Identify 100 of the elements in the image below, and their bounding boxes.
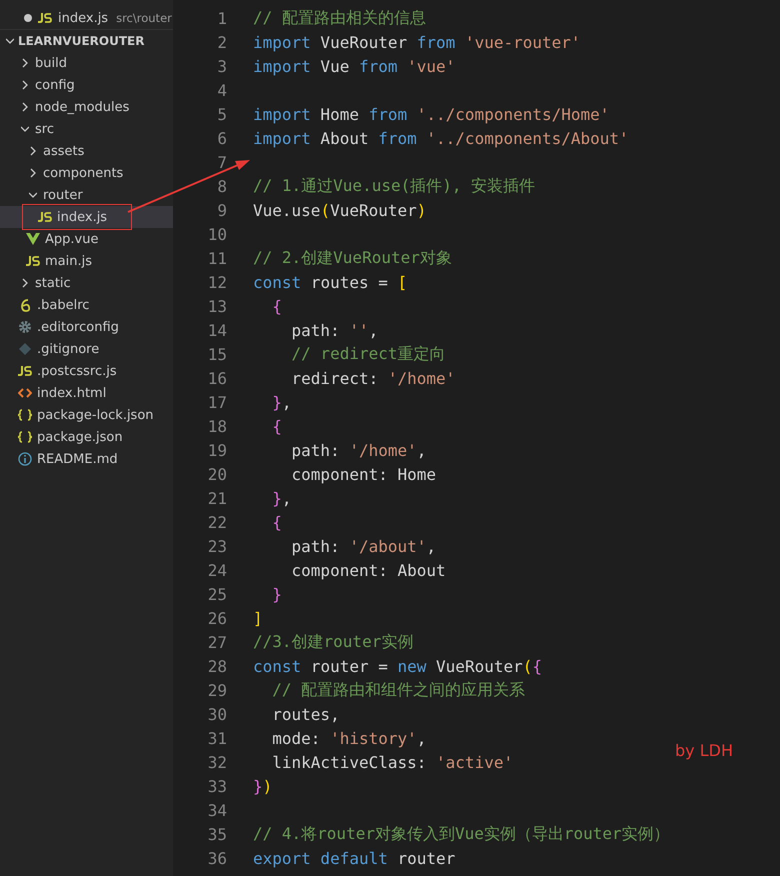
- code-line: //3.创建router实例: [253, 632, 414, 652]
- line-number: 11: [206, 248, 227, 268]
- code-line: const routes = [: [253, 272, 408, 292]
- code-line: export default router: [253, 848, 456, 868]
- line-number: 17: [206, 392, 227, 412]
- file-item[interactable]: index.js: [0, 206, 173, 228]
- line-number: 15: [206, 344, 227, 364]
- code-file-icon: [18, 388, 32, 398]
- file-item[interactable]: .postcssrc.js: [0, 360, 173, 382]
- code-line: },: [271, 392, 292, 412]
- line-number: 29: [206, 680, 227, 700]
- signature-text: by LDH: [675, 741, 733, 760]
- code-line: mode: 'history',: [271, 728, 426, 748]
- file-item[interactable]: README.md: [0, 448, 173, 470]
- line-number: 27: [206, 632, 227, 652]
- line-number: 24: [206, 560, 227, 580]
- code-line: import VueRouter from 'vue-router': [253, 32, 581, 52]
- line-number: 18: [206, 416, 227, 436]
- code-line: // 配置路由相关的信息: [253, 8, 426, 28]
- file-item[interactable]: .babelrc: [0, 294, 173, 316]
- code-line: path: '/home',: [290, 440, 426, 460]
- code-line: // redirect重定向: [290, 344, 446, 364]
- folder-item[interactable]: src: [0, 118, 173, 140]
- code-line: path: '',: [290, 320, 378, 340]
- line-number: 35: [206, 824, 227, 844]
- braces-icon: [18, 409, 32, 421]
- line-number: 22: [206, 512, 227, 532]
- chevron-icon: [21, 79, 29, 91]
- folder-item[interactable]: components: [0, 162, 173, 184]
- code-line: // 1.通过Vue.use(插件), 安装插件: [253, 176, 536, 196]
- chevron-icon: [29, 167, 37, 179]
- code-line: // 配置路由和组件之间的应用关系: [271, 680, 526, 700]
- code-line: path: '/about',: [290, 536, 436, 556]
- folder-item[interactable]: build: [0, 52, 173, 74]
- code-line: component: Home: [290, 464, 436, 484]
- line-number: 25: [206, 584, 227, 604]
- vue-file-icon: [26, 233, 40, 245]
- gear-icon: [18, 320, 32, 334]
- file-item[interactable]: package-lock.json: [0, 404, 173, 426]
- code-line: component: About: [290, 560, 446, 580]
- code-line: ]: [253, 608, 263, 628]
- chevron-icon: [21, 101, 29, 113]
- folder-item[interactable]: config: [0, 74, 173, 96]
- folder-item[interactable]: static: [0, 272, 173, 294]
- chevron-icon: [29, 145, 37, 157]
- line-number: 26: [206, 608, 227, 628]
- line-number: 33: [206, 776, 227, 796]
- folder-item[interactable]: router: [0, 184, 173, 206]
- chevron-icon: [21, 277, 29, 289]
- line-number: 12: [206, 272, 227, 292]
- line-number: 5: [216, 104, 227, 124]
- line-number: 4: [216, 80, 227, 100]
- line-number: 23: [206, 536, 227, 556]
- info-icon: [18, 452, 32, 466]
- open-editor-tab[interactable]: index.js src\router: [0, 7, 173, 29]
- diamond-icon: [19, 343, 31, 355]
- js-file-icon: [38, 212, 52, 222]
- line-number: 6: [216, 128, 227, 148]
- line-number: 32: [206, 752, 227, 772]
- file-item[interactable]: index.html: [0, 382, 173, 404]
- babel-file-icon: [20, 298, 30, 312]
- js-file-icon: [26, 256, 40, 266]
- file-item[interactable]: package.json: [0, 426, 173, 448]
- code-line: const router = new VueRouter({: [253, 656, 542, 676]
- line-number: 20: [206, 464, 227, 484]
- line-number: 14: [206, 320, 227, 340]
- line-number: 34: [206, 800, 227, 820]
- js-file-icon: [18, 366, 32, 376]
- code-line: Vue.use(VueRouter): [253, 200, 426, 220]
- line-number: 21: [206, 488, 227, 508]
- code-line: // 4.将router对象传入到Vue实例（导出router实例）: [253, 824, 670, 844]
- code-line: import Vue from 'vue': [253, 56, 456, 76]
- line-number: 9: [216, 200, 227, 220]
- braces-icon: [18, 431, 32, 443]
- file-path: src\router: [116, 11, 172, 25]
- line-number: 19: [206, 440, 227, 460]
- code-line: import Home from '../components/Home': [253, 104, 610, 124]
- file-item[interactable]: .gitignore: [0, 338, 173, 360]
- folder-item[interactable]: node_modules: [0, 96, 173, 118]
- line-number: 28: [206, 656, 227, 676]
- file-item[interactable]: .editorconfig: [0, 316, 173, 338]
- code-line: }): [253, 776, 272, 796]
- code-line: }: [271, 584, 282, 604]
- code-line: // 2.创建VueRouter对象: [253, 248, 452, 268]
- file-item[interactable]: main.js: [0, 250, 173, 272]
- code-line: },: [271, 488, 292, 508]
- code-line: routes,: [271, 704, 340, 724]
- line-number: 7: [216, 152, 227, 172]
- line-number: 1: [216, 8, 227, 28]
- code-line: redirect: '/home': [290, 368, 456, 388]
- code-line: linkActiveClass: 'active': [271, 752, 514, 772]
- folder-item[interactable]: assets: [0, 140, 173, 162]
- line-number: 2: [216, 32, 227, 52]
- js-file-icon: [38, 13, 52, 23]
- line-number: 16: [206, 368, 227, 388]
- code-line: {: [271, 296, 282, 316]
- chevron-icon: [21, 57, 29, 69]
- line-number: 8: [216, 176, 227, 196]
- line-number: 31: [206, 728, 227, 748]
- file-item[interactable]: App.vue: [0, 228, 173, 250]
